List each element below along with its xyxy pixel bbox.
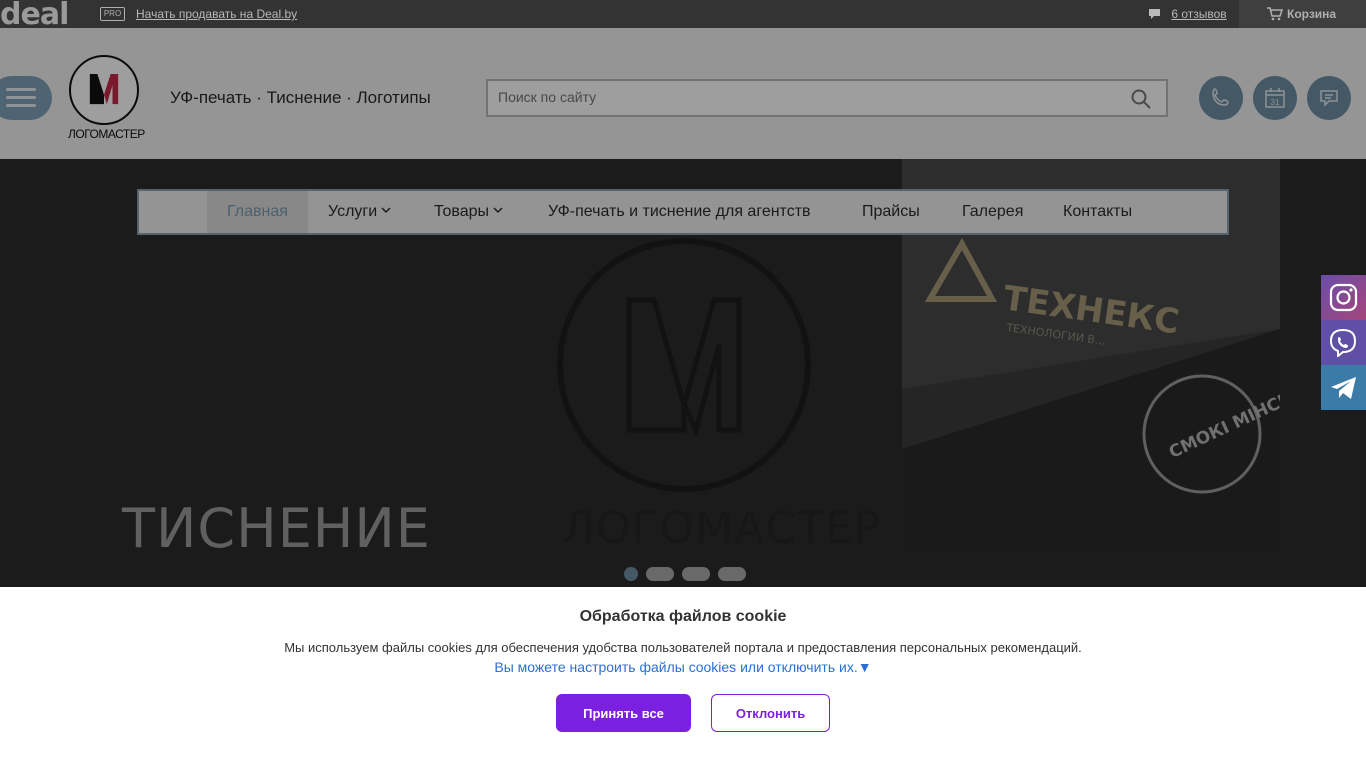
calendar-icon: 31 [1265, 88, 1285, 108]
nav-item-products[interactable]: Товары [434, 191, 503, 233]
cookie-banner: Обработка файлов cookie Мы используем фа… [0, 587, 1366, 768]
pro-badge: PRO [100, 7, 125, 21]
chevron-down-icon [493, 207, 503, 214]
site-tagline: УФ-печать · Тиснение · Логотипы [170, 88, 431, 107]
social-links [1321, 275, 1366, 410]
telegram-icon [1331, 377, 1356, 399]
slider-dot-3[interactable] [682, 567, 710, 581]
reviews-label: 6 отзывов [1171, 7, 1227, 21]
search-input[interactable] [498, 89, 1118, 105]
telegram-link[interactable] [1321, 365, 1366, 410]
calendar-day: 31 [1271, 98, 1280, 107]
calendar-button[interactable]: 31 [1253, 76, 1297, 120]
site-logo[interactable]: ЛОГОМАСТЕР [68, 55, 145, 147]
viber-link[interactable] [1321, 320, 1366, 365]
cookie-settings-link[interactable]: Вы можете настроить файлы cookies или от… [0, 659, 1366, 675]
phone-button[interactable] [1199, 76, 1243, 120]
menu-icon-bar [6, 96, 36, 99]
instagram-link[interactable] [1321, 275, 1366, 320]
cart-icon [1267, 7, 1283, 21]
nav-label-services: Услуги [328, 203, 378, 220]
viber-icon [1329, 328, 1357, 357]
hero-brand: ЛОГОМАСТЕР [562, 503, 882, 554]
chat-button[interactable] [1307, 76, 1351, 120]
start-selling-link[interactable]: Начать продавать на Deal.by [136, 7, 297, 21]
chevron-down-icon [381, 207, 391, 214]
nav-item-home[interactable]: Главная [207, 191, 308, 233]
menu-button[interactable] [0, 76, 52, 120]
deal-logo[interactable]: deal [0, 0, 68, 28]
nav-item-services[interactable]: Услуги [328, 191, 391, 233]
cart-label: Корзина [1287, 7, 1337, 21]
comment-icon [1149, 9, 1160, 19]
embossed-logo-image [557, 238, 811, 492]
reject-button[interactable]: Отклонить [711, 694, 830, 732]
phone-icon [1212, 88, 1229, 106]
nav-item-prices[interactable]: Прайсы [862, 191, 920, 233]
nav-item-agencies[interactable]: УФ-печать и тиснение для агентств [548, 191, 811, 233]
main-nav: Главная Услуги Товары УФ-печать и тиснен… [137, 189, 1229, 235]
search-box [486, 79, 1168, 117]
top-bar: deal PRO Начать продавать на Deal.by 6 о… [0, 0, 1366, 28]
accept-all-button[interactable]: Принять все [556, 694, 691, 732]
logo-text: ЛОГОМАСТЕР [68, 127, 145, 141]
chat-icon [1320, 90, 1338, 107]
menu-icon-bar [6, 104, 36, 107]
nav-item-contacts[interactable]: Контакты [1063, 191, 1132, 233]
nav-label-products: Товары [434, 203, 490, 220]
slider-dot-4[interactable] [718, 567, 746, 581]
menu-icon [6, 88, 36, 91]
nav-item-gallery[interactable]: Галерея [962, 191, 1023, 233]
cookie-description: Мы используем файлы cookies для обеспече… [284, 640, 1082, 655]
site-header: ЛОГОМАСТЕР УФ-печать · Тиснение · Логоти… [0, 28, 1366, 159]
reviews-link[interactable]: 6 отзывов [1148, 7, 1227, 21]
search-icon[interactable] [1130, 88, 1152, 110]
hero-title: ТИСНЕНИЕ [122, 497, 431, 560]
instagram-icon [1329, 283, 1358, 312]
cookie-title: Обработка файлов cookie [579, 608, 787, 625]
slider-dot-2[interactable] [646, 567, 674, 581]
logo-m-icon [89, 73, 119, 105]
logo-mark [69, 55, 139, 125]
slider-dot-1[interactable] [624, 567, 638, 581]
cart-button[interactable]: Корзина [1239, 0, 1366, 28]
